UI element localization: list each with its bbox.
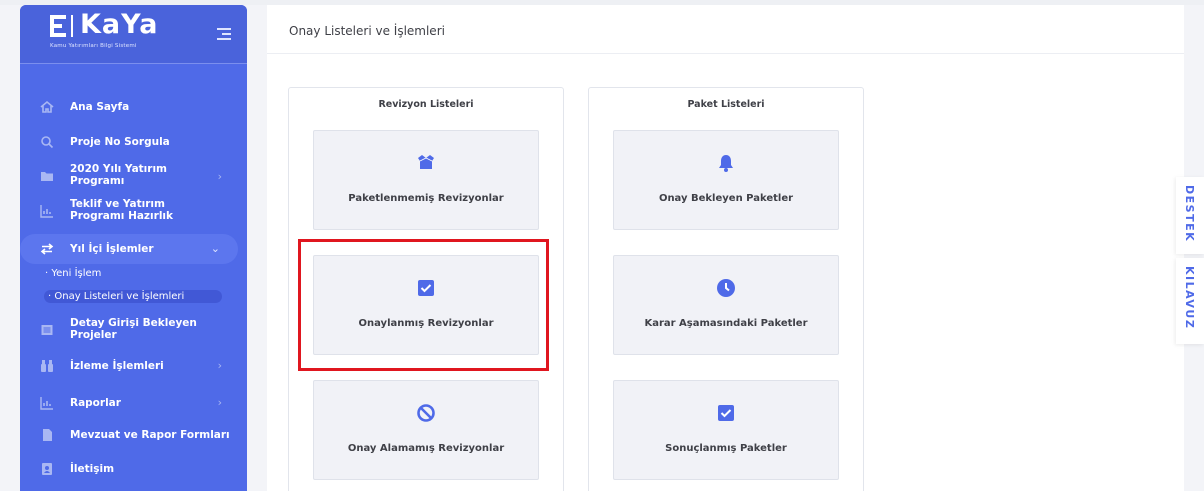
card-label: Onay Alamamış Revizyonlar (347, 443, 505, 454)
search-icon (40, 135, 54, 149)
sidebar-item-label: İletişim (70, 463, 115, 475)
brand-name: KaYa (80, 9, 159, 40)
panel-title: Paket Listeleri (687, 99, 765, 110)
box-icon (416, 153, 436, 173)
package-lists-panel: Paket Listeleri Onay Bekleyen Paketler K… (588, 87, 864, 491)
contact-icon (40, 462, 54, 476)
ban-icon (416, 403, 436, 423)
logo-divider (71, 15, 73, 37)
support-tab-label: DESTEK (1183, 185, 1196, 243)
sidebar-item-investment-program[interactable]: 2020 Yılı Yatırım Programı › (20, 160, 247, 192)
document-icon (40, 428, 54, 442)
sidebar-item-in-year[interactable]: Yıl İçi İşlemler ⌄ (20, 234, 238, 264)
chart-icon (40, 204, 54, 218)
page-title: Onay Listeleri ve İşlemleri (289, 24, 445, 38)
guide-tab[interactable]: KILAVUZ (1176, 258, 1204, 344)
sidebar: KaYa Kamu Yatırımları Bilgi Sistemi Ana … (20, 5, 247, 491)
guide-tab-label: KILAVUZ (1183, 266, 1196, 330)
card-label: Karar Aşamasındaki Paketler (644, 318, 808, 329)
subitem-label: Onay Listeleri ve İşlemleri (54, 291, 185, 302)
sidebar-item-home[interactable]: Ana Sayfa (20, 95, 247, 119)
folder-icon (40, 169, 54, 183)
sidebar-item-regulations[interactable]: Mevzuat ve Rapor Formları (20, 423, 247, 447)
chevron-down-icon: ⌄ (210, 242, 220, 255)
card-unpackaged-revisions[interactable]: Paketlenmemiş Revizyonlar (313, 130, 539, 230)
chevron-right-icon: › (217, 359, 222, 372)
sidebar-subitem-approval-lists[interactable]: · Onay Listeleri ve İşlemleri (44, 290, 222, 303)
chevron-right-icon: › (217, 396, 222, 409)
divider (20, 63, 247, 64)
chevron-right-icon: › (217, 170, 222, 183)
page-header: Onay Listeleri ve İşlemleri (267, 5, 1184, 54)
exchange-icon (40, 242, 54, 256)
sidebar-item-reports[interactable]: Raporlar › (20, 391, 247, 415)
sidebar-item-label: Mevzuat ve Rapor Formları (70, 429, 230, 441)
checkbox-icon (716, 403, 736, 423)
card-decision-packages[interactable]: Karar Aşamasındaki Paketler (613, 255, 839, 355)
card-pending-packages[interactable]: Onay Bekleyen Paketler (613, 130, 839, 230)
sidebar-item-label: Proje No Sorgula (70, 136, 170, 148)
sidebar-item-label: 2020 Yılı Yatırım Programı (70, 163, 167, 187)
brand-header: KaYa Kamu Yatırımları Bilgi Sistemi (20, 5, 247, 63)
sidebar-item-monitoring[interactable]: İzleme İşlemleri › (20, 354, 247, 378)
binoculars-icon (40, 359, 54, 373)
sidebar-item-proposal[interactable]: Teklif ve Yatırım Programı Hazırlık (20, 195, 247, 227)
sidebar-item-label: Ana Sayfa (70, 101, 130, 113)
bell-icon (716, 153, 736, 173)
card-label: Sonuçlanmış Paketler (665, 443, 787, 454)
sidebar-item-label: Teklif ve Yatırım Programı Hazırlık (70, 198, 174, 222)
card-label: Onay Bekleyen Paketler (658, 193, 794, 204)
brand-subtitle: Kamu Yatırımları Bilgi Sistemi (50, 43, 137, 49)
card-label: Paketlenmemiş Revizyonlar (348, 193, 504, 204)
table-icon (40, 323, 54, 337)
sidebar-item-contact[interactable]: İletişim (20, 457, 247, 481)
panel-title: Revizyon Listeleri (378, 99, 474, 110)
sidebar-subitem-new[interactable]: · Yeni İşlem (45, 268, 101, 279)
logo-icon (50, 15, 66, 37)
support-tab[interactable]: DESTEK (1176, 177, 1204, 254)
sidebar-item-label: Yıl İçi İşlemler (70, 243, 154, 255)
chart-icon (40, 396, 54, 410)
sidebar-item-label: Detay Girişi Bekleyen Projeler (70, 317, 197, 341)
sidebar-item-search[interactable]: Proje No Sorgula (20, 130, 247, 154)
menu-toggle-icon[interactable] (217, 26, 231, 40)
highlight-frame (298, 239, 549, 371)
card-finalized-packages[interactable]: Sonuçlanmış Paketler (613, 380, 839, 480)
card-rejected-revisions[interactable]: Onay Alamamış Revizyonlar (313, 380, 539, 480)
clock-icon (716, 278, 736, 298)
sidebar-item-label: Raporlar (70, 397, 121, 409)
home-icon (40, 100, 54, 114)
sidebar-item-label: İzleme İşlemleri (70, 360, 164, 372)
sidebar-item-detail-pending[interactable]: Detay Girişi Bekleyen Projeler (20, 314, 247, 346)
subitem-label: Yeni İşlem (51, 268, 102, 279)
